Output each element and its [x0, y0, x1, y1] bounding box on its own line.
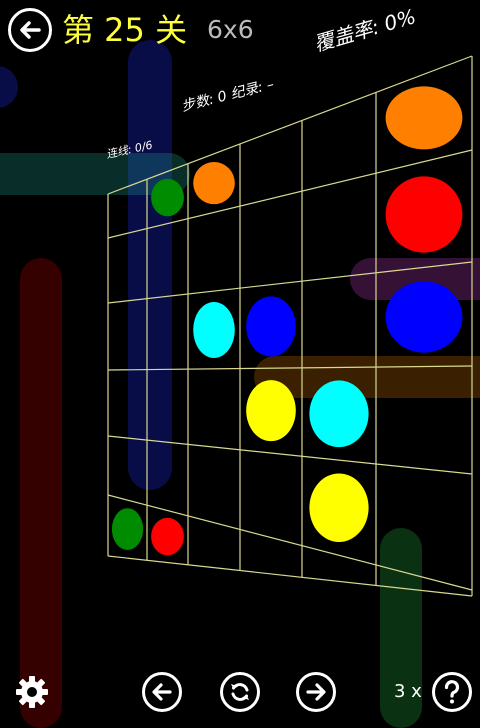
- hint-count: 3 x: [394, 681, 422, 702]
- back-arrow-icon: [20, 21, 41, 39]
- gear-icon: [16, 676, 48, 708]
- restart-icon: [231, 683, 249, 701]
- settings-button[interactable]: [12, 672, 52, 712]
- dot-yellow[interactable]: [309, 473, 369, 542]
- dot-cyan[interactable]: [193, 301, 235, 358]
- dot-green[interactable]: [111, 508, 144, 551]
- dot-red[interactable]: [385, 176, 463, 253]
- dot-yellow[interactable]: [246, 380, 296, 442]
- next-level-button[interactable]: [296, 672, 336, 712]
- dot-orange[interactable]: [193, 162, 235, 205]
- level-title: 第 25 关: [62, 11, 188, 49]
- dot-red[interactable]: [151, 517, 184, 556]
- left-arrow-icon: [152, 683, 172, 701]
- dot-blue[interactable]: [385, 281, 463, 353]
- back-button[interactable]: [8, 8, 52, 52]
- game-board[interactable]: [0, 0, 480, 720]
- question-mark-icon: [444, 680, 460, 704]
- restart-button[interactable]: [220, 672, 260, 712]
- previous-level-button[interactable]: [142, 672, 182, 712]
- dot-cyan[interactable]: [309, 380, 369, 448]
- hint-button[interactable]: [432, 672, 472, 712]
- right-arrow-icon: [306, 683, 326, 701]
- dot-blue[interactable]: [246, 296, 296, 357]
- grid-line-horizontal: [107, 365, 473, 371]
- dot-orange[interactable]: [385, 86, 463, 150]
- grid-line-horizontal: [107, 435, 473, 475]
- grid-size-label: 6x6: [207, 15, 254, 44]
- dot-green[interactable]: [151, 178, 184, 217]
